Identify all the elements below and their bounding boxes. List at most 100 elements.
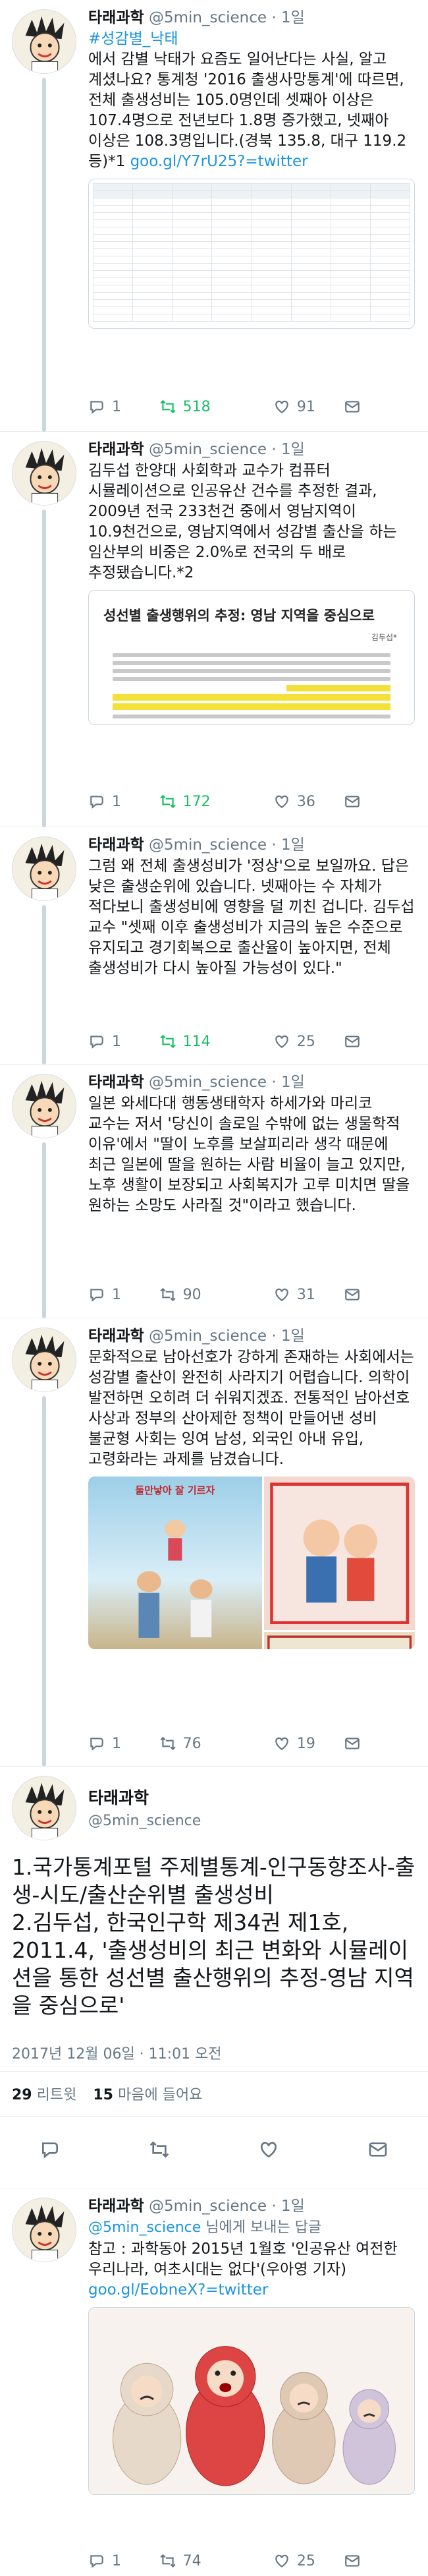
table-cell (211, 190, 252, 198)
table-cell (290, 292, 331, 300)
reply-count: 1 (112, 1286, 121, 1303)
reply-button[interactable]: 1 (88, 1286, 159, 1303)
reply-icon (90, 1738, 103, 1751)
hashtag-link[interactable]: #성감별_낙태 (88, 30, 178, 47)
tweet-image-dolls[interactable] (88, 2307, 415, 2495)
retweet-button[interactable]: 518 (159, 398, 273, 415)
tweet-time[interactable]: · 1일 (271, 836, 304, 854)
retweet-button[interactable]: 172 (159, 793, 273, 810)
dm-button[interactable] (344, 1286, 415, 1303)
author-handle[interactable]: @5min_science (149, 1074, 267, 1091)
table-cell (251, 256, 292, 264)
retweet-button[interactable]: 90 (159, 1286, 273, 1303)
retweet-button[interactable]: 76 (159, 1735, 273, 1752)
like-button[interactable]: 31 (273, 1286, 344, 1303)
like-button[interactable]: 19 (273, 1735, 344, 1752)
dm-button[interactable] (344, 2552, 415, 2569)
tweet-image-table[interactable] (88, 179, 415, 329)
author-name[interactable]: 타래과학 (88, 9, 144, 26)
stats-table-image (92, 183, 411, 322)
tweet-time[interactable]: · 1일 (271, 441, 304, 458)
mail-icon (345, 1036, 360, 1047)
poster-retro[interactable] (263, 1632, 415, 1649)
author-name[interactable]: 타래과학 (88, 441, 144, 458)
tweet-3[interactable]: 타래과학 @5min_science · 1일 그럼 왜 전체 출생성비가 '정… (0, 827, 428, 1065)
tweet-5[interactable]: 타래과학 @5min_science · 1일 문화적으로 남아선호가 강하게 … (0, 1318, 428, 1767)
like-button[interactable]: 91 (273, 398, 344, 415)
table-cell (172, 183, 213, 191)
heart-icon (275, 1737, 288, 1750)
author-name[interactable]: 타래과학 (88, 1328, 144, 1345)
retweet-count: 74 (182, 2552, 201, 2569)
mail-icon[interactable] (367, 2139, 388, 2160)
reply-icon[interactable] (40, 2139, 61, 2160)
author-name[interactable]: 타래과학 (88, 2198, 144, 2215)
tweet-1[interactable]: 타래과학 @5min_science · 1일 #성감별_낙태 에서 감별 낙태가… (0, 0, 428, 432)
like-button[interactable]: 36 (273, 793, 344, 810)
url-link[interactable]: goo.gl/EobneX?=twitter (88, 2281, 268, 2298)
tweet-image-paper[interactable]: 성선별 출생행위의 추정: 영남 지역을 중심으로 김두섭* (88, 590, 415, 725)
table-cell (369, 249, 411, 256)
table-cell (330, 292, 371, 300)
retweet-icon (159, 1034, 176, 1049)
reply-button[interactable]: 1 (88, 2552, 159, 2569)
paper-line (113, 669, 390, 673)
author-handle[interactable]: @5min_science (149, 441, 267, 458)
retweet-icon[interactable] (149, 2139, 170, 2160)
thread-line (42, 1396, 46, 1767)
avatar[interactable] (12, 1776, 76, 1840)
reply-button[interactable]: 1 (88, 1033, 159, 1050)
tweet-time[interactable]: · 1일 (271, 9, 304, 26)
dm-button[interactable] (344, 1033, 415, 1050)
avatar[interactable] (12, 1328, 76, 1392)
like-count: 19 (296, 1735, 315, 1752)
dm-button[interactable] (344, 1735, 415, 1752)
dm-button[interactable] (344, 793, 415, 810)
tweet-2[interactable]: 타래과학 @5min_science · 1일 김두섭 한양대 사회학과 교수가… (0, 432, 428, 827)
like-button[interactable]: 25 (273, 1033, 344, 1050)
tweet-time[interactable]: · 1일 (271, 2198, 304, 2215)
reply-button[interactable]: 1 (88, 793, 159, 810)
heart-icon[interactable] (258, 2139, 279, 2160)
tweet-image-posters[interactable]: 둘만낳아 잘 기르자 (88, 1477, 415, 1649)
table-cell (211, 241, 252, 249)
table-cell (369, 292, 411, 300)
tweet-4[interactable]: 타래과학 @5min_science · 1일 일본 와세다대 행동생태학자 하… (0, 1065, 428, 1318)
author-name[interactable]: 타래과학 (88, 1785, 201, 1809)
retweet-button[interactable]: 114 (159, 1033, 273, 1050)
poster-photo[interactable]: 둘만낳아 잘 기르자 (88, 1477, 262, 1649)
retweet-button[interactable]: 74 (159, 2552, 273, 2569)
retweets-stat[interactable]: 29 리트윗 (12, 2087, 76, 2103)
table-cell (211, 270, 252, 278)
author-handle[interactable]: @5min_science (149, 9, 267, 26)
mail-icon (345, 2555, 360, 2567)
likes-stat[interactable]: 15 마음에 들어요 (93, 2087, 202, 2103)
mention-link[interactable]: @5min_science (88, 2219, 201, 2236)
avatar[interactable] (12, 836, 76, 901)
poster-cartoon[interactable] (263, 1477, 415, 1631)
table-cell (92, 205, 134, 213)
url-link[interactable]: goo.gl/Y7rU25?=twitter (130, 153, 308, 170)
reply-button[interactable]: 1 (88, 398, 159, 415)
reply-button[interactable]: 1 (88, 1735, 159, 1752)
avatar[interactable] (12, 1074, 76, 1138)
author-name[interactable]: 타래과학 (88, 836, 144, 854)
tweet-datetime[interactable]: 2017년 12월 06일 · 11:01 오전 (12, 2042, 222, 2063)
author-handle[interactable]: @5min_science (149, 1328, 267, 1345)
tweet-time[interactable]: · 1일 (271, 1074, 304, 1091)
like-button[interactable]: 25 (273, 2552, 344, 2569)
reply-tweet[interactable]: 타래과학 @5min_science · 1일 @5min_science 님에… (0, 2188, 428, 2576)
avatar[interactable] (12, 9, 76, 74)
avatar[interactable] (12, 2198, 76, 2262)
author-handle[interactable]: @5min_science (88, 1813, 201, 1829)
avatar[interactable] (12, 441, 76, 506)
tweet-actions: 1 76 19 (88, 1735, 415, 1752)
table-cell (290, 314, 331, 322)
table-cell (92, 256, 134, 264)
table-cell (172, 198, 213, 206)
author-handle[interactable]: @5min_science (149, 2198, 267, 2215)
author-handle[interactable]: @5min_science (149, 836, 267, 854)
author-name[interactable]: 타래과학 (88, 1074, 144, 1091)
tweet-time[interactable]: · 1일 (271, 1328, 304, 1345)
dm-button[interactable] (344, 398, 415, 415)
